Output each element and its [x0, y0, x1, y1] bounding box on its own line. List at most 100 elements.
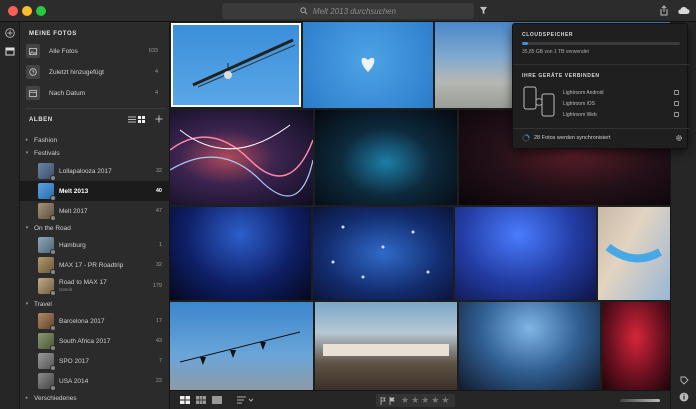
chevron-down-icon: ▾ [25, 150, 29, 156]
photo-tile[interactable] [170, 207, 311, 300]
album-label: USA 2014 [59, 377, 89, 385]
album-label: Barcelona 2017 [59, 317, 105, 325]
flag-icon[interactable] [380, 396, 386, 405]
album-label: Melt 2013 [59, 187, 89, 195]
folder-label: On the Road [34, 224, 71, 232]
add-album-icon[interactable] [155, 115, 163, 123]
grid-view-icon[interactable] [138, 116, 145, 123]
external-link-icon[interactable] [674, 101, 679, 106]
sidebar: MEINE FOTOS Alle Fotos 633 Zuletzt hinzu… [20, 22, 170, 409]
banner-shape [323, 344, 449, 356]
info-icon[interactable] [679, 392, 689, 402]
photo-tile[interactable] [313, 207, 453, 300]
photo-tile[interactable] [170, 302, 313, 390]
storage-progress-bar [522, 42, 680, 45]
search-placeholder: Melt 2013 durchsuchen [312, 6, 397, 16]
device-link-android[interactable]: Lightroom Android [563, 90, 604, 96]
wristband-shape [605, 243, 662, 263]
cloud-storage-title: CLOUDSPEICHER [522, 32, 574, 38]
album-label: MAX 17 - PR Roadtrip [59, 261, 124, 269]
photo-tile[interactable] [170, 110, 313, 205]
square-grid-view-icon[interactable] [180, 396, 190, 404]
photo-grid-view-icon[interactable] [196, 396, 206, 404]
album-lollapalooza-2017[interactable]: Lollapalooza 2017 32 [20, 161, 170, 181]
device-link-ios[interactable]: Lightroom iOS [563, 101, 595, 107]
library-item-count: 4 [154, 69, 158, 75]
photo-tile[interactable] [315, 302, 457, 390]
tag-icon[interactable] [680, 376, 689, 385]
filter-icon[interactable] [479, 6, 488, 15]
external-link-icon[interactable] [674, 112, 679, 117]
albums-title: ALBEN [29, 117, 53, 123]
star-icon[interactable]: ★ [411, 395, 419, 406]
thumbnail-size-slider[interactable] [620, 399, 660, 402]
minimize-window-button[interactable] [22, 6, 32, 16]
external-link-icon[interactable] [674, 90, 679, 95]
photo-tile[interactable] [602, 302, 670, 390]
library-item-all-photos[interactable]: Alle Fotos 633 [26, 42, 166, 60]
popover-divider [513, 64, 689, 65]
album-thumbnail [38, 203, 56, 221]
album-thumbnail [38, 257, 56, 275]
star-icon[interactable]: ★ [431, 395, 439, 406]
close-window-button[interactable] [8, 6, 18, 16]
pennant-shape [179, 331, 301, 365]
device-link-web[interactable]: Lightroom Web [563, 112, 597, 118]
chevron-down-icon: ▾ [25, 225, 29, 231]
folder-verschiedenes[interactable]: ▸ Verschiedenes [20, 392, 170, 404]
cloud-sync-icon[interactable] [677, 5, 690, 16]
album-usa-2014[interactable]: USA 2014 22 [20, 371, 170, 391]
album-spo-2017[interactable]: SPO 2017 7 [20, 351, 170, 371]
album-thumbnail [38, 313, 56, 331]
library-item-label: Zuletzt hinzugefügt [49, 68, 104, 76]
album-count: 43 [155, 338, 162, 344]
folder-travel[interactable]: ▾ Travel [20, 298, 170, 310]
photo-tile[interactable] [303, 22, 433, 108]
crane-shape [192, 38, 296, 88]
folder-label: Travel [34, 300, 52, 308]
folder-on-the-road[interactable]: ▾ On the Road [20, 222, 170, 234]
reject-flag-icon[interactable] [389, 396, 395, 405]
album-road-to-max-17[interactable]: Road to MAX 17 Geteilt 179 [20, 275, 170, 297]
photo-tile[interactable] [598, 207, 670, 300]
storage-progress-fill [522, 42, 528, 45]
album-hamburg[interactable]: Hamburg 1 [20, 235, 170, 255]
album-max-17-pr-roadtrip[interactable]: MAX 17 - PR Roadtrip 32 [20, 255, 170, 275]
clock-icon [26, 65, 40, 79]
album-south-africa-2017[interactable]: South Africa 2017 43 [20, 331, 170, 351]
library-item-by-date[interactable]: Nach Datum 4 [26, 84, 166, 102]
sync-badge-icon [50, 385, 56, 391]
photo-tile[interactable] [459, 302, 600, 390]
gear-icon[interactable] [675, 134, 683, 142]
star-icon[interactable]: ★ [421, 395, 429, 406]
zoom-window-button[interactable] [36, 6, 46, 16]
photo-tile[interactable] [171, 23, 301, 107]
photo-tile[interactable] [315, 110, 457, 205]
album-thumbnail [38, 333, 56, 351]
search-input[interactable]: Melt 2013 durchsuchen [222, 3, 474, 19]
sort-icon[interactable] [237, 396, 255, 404]
album-label: Lollapalooza 2017 [59, 167, 112, 175]
library-item-recently-added[interactable]: Zuletzt hinzugefügt 4 [26, 63, 166, 81]
my-photos-title: MEINE FOTOS [29, 31, 77, 37]
list-view-icon[interactable] [128, 116, 136, 123]
star-icon[interactable]: ★ [401, 395, 409, 406]
share-icon[interactable] [659, 5, 669, 16]
album-thumbnail [38, 163, 56, 181]
chevron-right-icon: ▸ [25, 395, 29, 401]
light-trails-shape [170, 124, 313, 197]
folder-fashion[interactable]: ▸ Fashion [20, 134, 170, 146]
connect-devices-title: IHRE GERÄTE VERBINDEN [522, 73, 600, 79]
library-icon[interactable] [5, 46, 15, 56]
add-photos-icon[interactable] [5, 28, 15, 38]
album-melt-2017[interactable]: Melt 2017 47 [20, 201, 170, 221]
left-toolbar [0, 22, 20, 409]
album-melt-2013[interactable]: Melt 2013 40 [20, 181, 170, 201]
detail-view-icon[interactable] [212, 396, 222, 404]
folder-festivals[interactable]: ▾ Festivals [20, 147, 170, 159]
photo-tile[interactable] [455, 207, 596, 300]
album-count: 22 [155, 378, 162, 384]
balloon-shape [361, 57, 375, 72]
star-icon[interactable]: ★ [441, 395, 449, 406]
album-barcelona-2017[interactable]: Barcelona 2017 17 [20, 311, 170, 331]
